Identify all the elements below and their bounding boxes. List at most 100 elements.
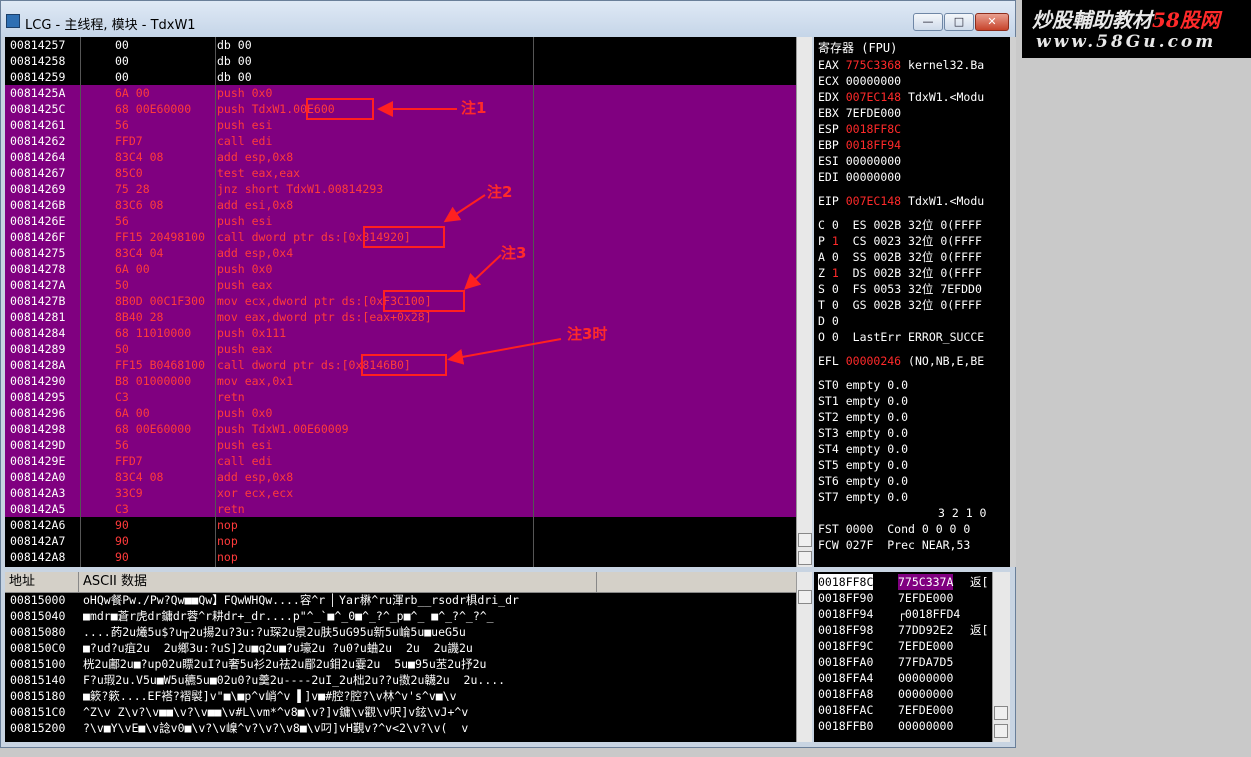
- reg-field: ES 002B 32位 0(FFFF: [852, 218, 982, 232]
- fpu-status[interactable]: FST 0000 Cond 0 0 0 0: [818, 521, 970, 537]
- dump-row[interactable]: 00815000 oHQw餐Pw./Pw?Qw■■Qw】FQwWHQw....容^…: [5, 592, 796, 608]
- app-icon: [6, 14, 20, 28]
- close-button[interactable]: ✕: [975, 13, 1009, 31]
- dump-address: 00815000: [10, 593, 66, 607]
- flag-t[interactable]: T 0 GS 002B 32位 0(FFFF: [818, 297, 982, 313]
- reg-field: 0: [831, 298, 839, 312]
- fpu-st0[interactable]: ST0 empty 0.0: [818, 377, 908, 393]
- register-efl[interactable]: EFL 00000246 (NO,NB,E,BE: [818, 353, 984, 369]
- dump-row[interactable]: 00815180 ■簌?簌....EF褡?褶褽]v"■\■p^v峭^v ▌]v■#…: [5, 688, 796, 704]
- stack-row[interactable]: 0018FF9C 7EFDE000: [814, 638, 1010, 654]
- dump-ascii: oHQw餐Pw./Pw?Qw■■Qw】FQwWHQw....容^r ▏Yar楙^…: [83, 593, 519, 607]
- register-ebp[interactable]: EBP 0018FF94: [818, 137, 908, 153]
- stack-row[interactable]: 0018FF90 7EFDE000: [814, 590, 1010, 606]
- dump-ascii: ■?ud?u疽2u 2u鄉3u:?uS]2u■q2u■?u壕2u ?u0?u蛐2…: [83, 641, 473, 655]
- dump-row[interactable]: 00815140 F?u瑕2u.V5u■W5u穮5u■02u0?u羹2u----2…: [5, 672, 796, 688]
- memory-dump-pane[interactable]: 地址 ASCII 数据 00815000 oHQw餐Pw./Pw?Qw■■Qw】F…: [5, 572, 796, 742]
- column-header-address[interactable]: 地址: [5, 572, 79, 592]
- dump-row[interactable]: 008150C0 ■?ud?u疽2u 2u鄉3u:?uS]2u■q2u■?u壕2u…: [5, 640, 796, 656]
- stack-value: 7EFDE000: [898, 703, 954, 717]
- window-title: LCG - 主线程, 模块 - TdxW1: [25, 18, 196, 33]
- reg-field: A: [818, 250, 825, 264]
- reg-field: O: [818, 330, 825, 344]
- scroll-thumb[interactable]: [798, 533, 812, 547]
- register-eax[interactable]: EAX 775C3368 kernel32.Ba: [818, 57, 984, 73]
- stack-row[interactable]: 0018FFB0 00000000: [814, 718, 1010, 734]
- fpu-control[interactable]: FCW 027F Prec NEAR,53: [818, 537, 970, 553]
- stack-scrollbar[interactable]: [992, 572, 1010, 742]
- flag-p[interactable]: P 1 CS 0023 32位 0(FFFF: [818, 233, 982, 249]
- dump-ascii: ■mdr■蒼r虎dr鏞dr蓉^r耕dr+_dr....p"^_`■^_0■^_?…: [83, 609, 494, 623]
- reg-field: EIP: [818, 194, 839, 208]
- flag-o[interactable]: O 0 LastErr ERROR_SUCCE: [818, 329, 984, 345]
- reg-field: ESP: [818, 122, 839, 136]
- maximize-button[interactable]: □: [944, 13, 974, 31]
- scroll-thumb[interactable]: [798, 590, 812, 604]
- logo-line1: 炒股輔助教材58股网: [1032, 8, 1220, 32]
- flag-d[interactable]: D 0: [818, 313, 853, 329]
- scroll-down-arrow-icon[interactable]: [994, 724, 1008, 738]
- dump-address: 00815200: [10, 721, 66, 735]
- registers-pane[interactable]: 寄存器 (FPU) EAX 775C3368 kernel32.Ba ECX 00…: [814, 37, 1010, 567]
- reg-field: 0: [831, 250, 839, 264]
- flag-z[interactable]: Z 1 DS 002B 32位 0(FFFF: [818, 265, 982, 281]
- fpu-st4[interactable]: ST4 empty 0.0: [818, 441, 908, 457]
- fpu-st2[interactable]: ST2 empty 0.0: [818, 409, 908, 425]
- stack-row[interactable]: 0018FFA0 77FDA7D5: [814, 654, 1010, 670]
- stack-row[interactable]: 0018FFAC 7EFDE000: [814, 702, 1010, 718]
- dump-row[interactable]: 00815040 ■mdr■蒼r虎dr鏞dr蓉^r耕dr+_dr....p"^_`…: [5, 608, 796, 624]
- register-esp[interactable]: ESP 0018FF8C: [818, 121, 908, 137]
- register-ecx[interactable]: ECX 00000000: [818, 73, 908, 89]
- dump-scrollbar[interactable]: [796, 572, 812, 742]
- flag-s[interactable]: S 0 FS 0053 32位 7EFDD0: [818, 281, 982, 297]
- register-edx[interactable]: EDX 007EC148 TdxW1.<Modu: [818, 89, 984, 105]
- stack-address: 0018FFB0: [818, 719, 874, 733]
- fpu-st6[interactable]: ST6 empty 0.0: [818, 473, 908, 489]
- disasm-scrollbar[interactable]: [796, 37, 812, 567]
- fpu-st1[interactable]: ST1 empty 0.0: [818, 393, 908, 409]
- stack-row[interactable]: 0018FF94 ┌0018FFD4: [814, 606, 1010, 622]
- reg-field: 7EFDE000: [845, 106, 902, 120]
- fpu-st5[interactable]: ST5 empty 0.0: [818, 457, 908, 473]
- stack-row[interactable]: 0018FFA4 00000000: [814, 670, 1010, 686]
- fpu-st7[interactable]: ST7 empty 0.0: [818, 489, 908, 505]
- dump-address: 00815180: [10, 689, 66, 703]
- reg-field: 007EC148: [845, 194, 902, 208]
- title-bar[interactable]: LCG - 主线程, 模块 - TdxW1 — □ ✕: [1, 1, 1015, 37]
- dump-ascii: ■簌?簌....EF褡?褶褽]v"■\■p^v峭^v ▌]v■#腔?腔?\v林^…: [83, 689, 457, 703]
- register-eip[interactable]: EIP 007EC148 TdxW1.<Modu: [818, 193, 984, 209]
- reg-field: 0018FF8C: [845, 122, 902, 136]
- dump-row[interactable]: 00815100 桄2u鄘2u■?up02u瞟2uI?u奢5u衫2u祛2u郿2u鉬…: [5, 656, 796, 672]
- scroll-down-arrow-icon[interactable]: [798, 551, 812, 565]
- stack-address: 0018FFAC: [818, 703, 874, 717]
- minimize-button[interactable]: —: [913, 13, 943, 31]
- dump-ascii: ^Z\v Z\v?\v■■\v?\v■■\v#L\vm*^v8■\v?]v鏞\v…: [83, 705, 469, 719]
- dump-row[interactable]: 00815200 ?\v■Y\vE■\v諗v0■\v?\v嵲^v?\v?\v8■\…: [5, 720, 796, 736]
- reg-field: 1: [831, 266, 839, 280]
- reg-field: ECX: [818, 74, 839, 88]
- register-esi[interactable]: ESI 00000000: [818, 153, 908, 169]
- flag-a[interactable]: A 0 SS 002B 32位 0(FFFF: [818, 249, 982, 265]
- reg-field: TdxW1.<Modu: [908, 90, 985, 104]
- stack-comment: 返[: [970, 623, 989, 637]
- dump-row[interactable]: 00815080 ....菂2u爔5u$?u╥2u揚2u?3u:?u琛2u景2u肤…: [5, 624, 796, 640]
- logo-line2: www.58Gu.com: [1036, 32, 1217, 52]
- stack-pane[interactable]: 0018FF8C 775C337A 返[0018FF90 7EFDE000 0018FF…: [814, 572, 1010, 742]
- fpu-st3[interactable]: ST3 empty 0.0: [818, 425, 908, 441]
- stack-row[interactable]: 0018FF98 77DD92E2 返[: [814, 622, 1010, 638]
- watermark-logo: 炒股輔助教材58股网 www.58Gu.com: [1022, 0, 1251, 58]
- column-header-ascii[interactable]: ASCII 数据: [79, 572, 597, 592]
- flag-c[interactable]: C 0 ES 002B 32位 0(FFFF: [818, 217, 982, 233]
- registers-scrollbar[interactable]: [1010, 37, 1016, 567]
- stack-comment: 返[: [970, 575, 989, 589]
- disassembly-pane[interactable]: 00814257 00 db 00 00814258 00 db 00 00814259 00…: [5, 37, 796, 567]
- dump-row[interactable]: 008151C0 ^Z\v Z\v?\v■■\v?\v■■\v#L\vm*^v8■…: [5, 704, 796, 720]
- stack-row[interactable]: 0018FF8C 775C337A 返[: [814, 574, 1010, 590]
- stack-row[interactable]: 0018FFA8 00000000: [814, 686, 1010, 702]
- reg-field: EDI: [818, 170, 839, 184]
- reg-field: 0: [831, 282, 839, 296]
- register-ebx[interactable]: EBX 7EFDE000: [818, 105, 908, 121]
- reg-field: 00000000: [845, 154, 902, 168]
- scroll-thumb[interactable]: [994, 706, 1008, 720]
- register-edi[interactable]: EDI 00000000: [818, 169, 908, 185]
